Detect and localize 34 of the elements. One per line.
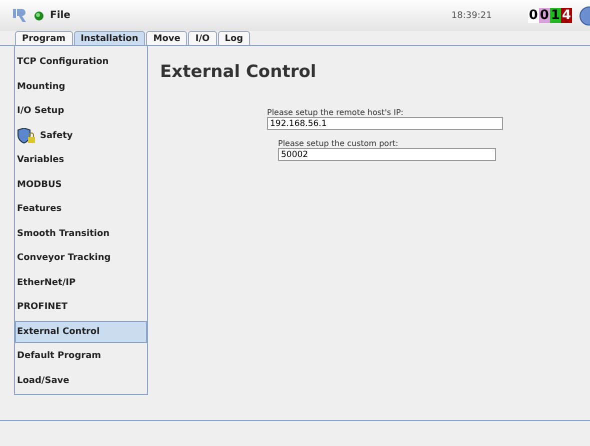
field-label: Please setup the remote host's IP: [267,108,404,117]
logo-icon [12,8,26,23]
sidebar-item[interactable]: Conveyor Tracking [15,247,147,270]
tab[interactable]: Log [218,31,250,45]
sidebar-item[interactable]: Load/Save [15,370,147,392]
input-field[interactable]: 192.168.56.1 [267,117,503,130]
sidebar-item[interactable]: Smooth Transition [15,222,147,245]
counter-digit: 4 [560,8,572,23]
sidebar-item[interactable]: Default Program [15,345,147,368]
sidebar-item[interactable]: External Control [15,320,147,343]
sidebar-item[interactable]: MODBUS [15,174,147,196]
help-icon[interactable] [578,6,590,26]
clock-time: 18:39:21 [451,10,492,20]
sidebar-item[interactable]: Features [15,198,147,220]
file-menu[interactable]: File [50,10,70,21]
field-label: Please setup the custom port: [278,139,400,148]
sidebar-item[interactable]: Mounting [15,76,147,98]
tab[interactable]: Move [146,31,188,45]
tab[interactable]: I/O [188,31,217,45]
sidebar-item[interactable]: Safety [15,124,147,147]
sidebar-item[interactable]: PROFINET [15,296,147,318]
status-icon [34,10,44,20]
counter-digit: 1 [550,8,561,23]
input-field[interactable]: 50002 [278,148,496,161]
counter-digit: 0 [528,8,539,23]
tab[interactable]: Program [15,31,73,45]
sidebar-item[interactable]: Variables [15,149,147,172]
page-title: External Control [160,62,318,82]
sidebar-item[interactable]: TCP Configuration [15,51,147,74]
tab[interactable]: Installation [74,31,146,45]
shield-lock-icon [17,128,37,144]
sidebar-item[interactable]: I/O Setup [15,100,147,122]
counter-digit: 0 [538,8,550,23]
sidebar-item[interactable]: EtherNet/IP [15,272,147,294]
